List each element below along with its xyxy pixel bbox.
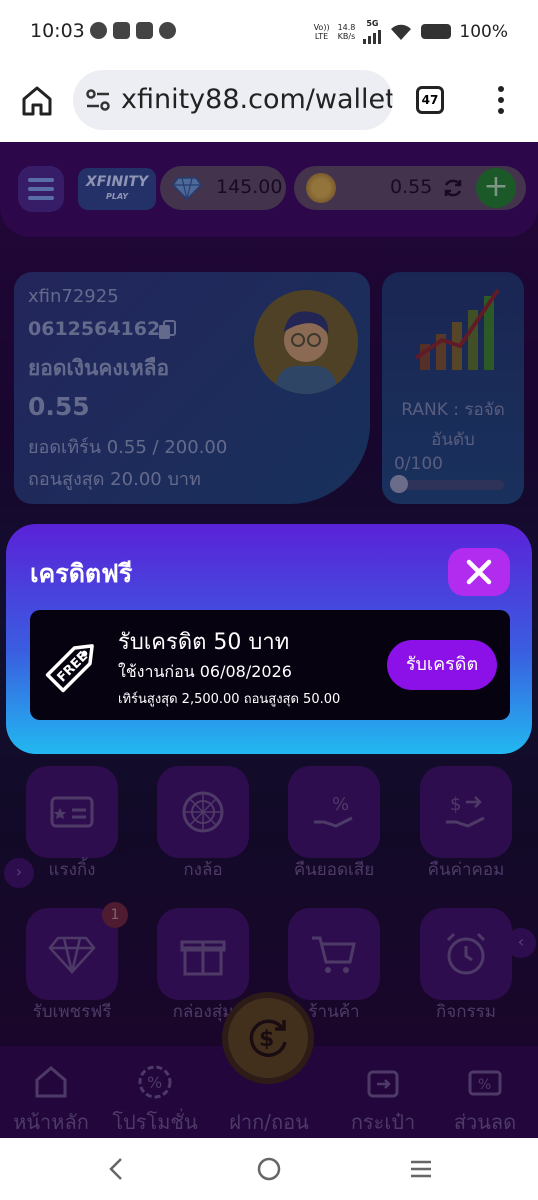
- signal-strength-icon: 5G: [363, 19, 382, 44]
- offer-limits: เทิร์นสูงสุด 2,500.00 ถอนสูงสุด 50.00: [118, 692, 341, 707]
- tab-switcher-button[interactable]: 47: [416, 86, 444, 114]
- line-notification-icon: [90, 22, 107, 39]
- address-bar[interactable]: xfinity88.com/wallet: [73, 70, 393, 130]
- battery-percent: 100%: [459, 21, 508, 42]
- network-speed: 14.8 KB/s: [338, 23, 356, 41]
- network-volte-label: Vo)): [313, 22, 330, 32]
- bug-notification-icon: [159, 22, 176, 39]
- modal-title: เครดิตฟรี: [30, 559, 133, 588]
- claim-credit-button[interactable]: รับเครดิต: [387, 640, 497, 690]
- free-tag-icon: FREE: [45, 644, 94, 693]
- app-notification-icon: [113, 22, 130, 39]
- browser-toolbar: xfinity88.com/wallet 47: [0, 62, 538, 142]
- network-lte-label: LTE: [314, 31, 329, 41]
- signal-5g-label: 5G: [366, 19, 379, 28]
- offer-expiry: ใช้งานก่อน 06/08/2026: [118, 662, 292, 681]
- status-time: 10:03: [30, 20, 85, 42]
- system-navigation-bar: [0, 1138, 538, 1200]
- wifi-icon: [391, 24, 412, 40]
- free-credit-offer: FREE รับเครดิต 50 บาท ใช้งานก่อน 06/08/2…: [30, 610, 510, 720]
- home-icon[interactable]: [20, 84, 54, 118]
- close-icon: [466, 559, 492, 585]
- shield-notification-icon: [136, 22, 153, 39]
- browser-menu-icon[interactable]: [496, 86, 506, 116]
- wallet-page: XFINITY PLAY 145.00 0.55 + xfin72925 061…: [0, 142, 538, 1138]
- site-settings-icon[interactable]: [85, 88, 111, 112]
- battery-icon: [421, 24, 452, 39]
- status-bar: 10:03 Vo)) LTE 14.8 KB/s 5G 100%: [0, 0, 538, 62]
- free-credit-modal: เครดิตฟรี FREE รับเครดิต 50 บาท ใช้งานก่…: [6, 524, 532, 754]
- close-button[interactable]: [448, 548, 510, 596]
- offer-title: รับเครดิต 50 บาท: [118, 630, 290, 655]
- back-icon[interactable]: [104, 1156, 130, 1182]
- notification-icons: [90, 22, 176, 39]
- home-circle-icon[interactable]: [256, 1156, 282, 1182]
- recents-icon[interactable]: [408, 1156, 434, 1182]
- network-speed-value: 14.8: [337, 22, 356, 32]
- url-text: xfinity88.com/wallet: [121, 84, 393, 115]
- network-type: Vo)) LTE: [314, 23, 330, 41]
- network-speed-unit: KB/s: [337, 31, 356, 41]
